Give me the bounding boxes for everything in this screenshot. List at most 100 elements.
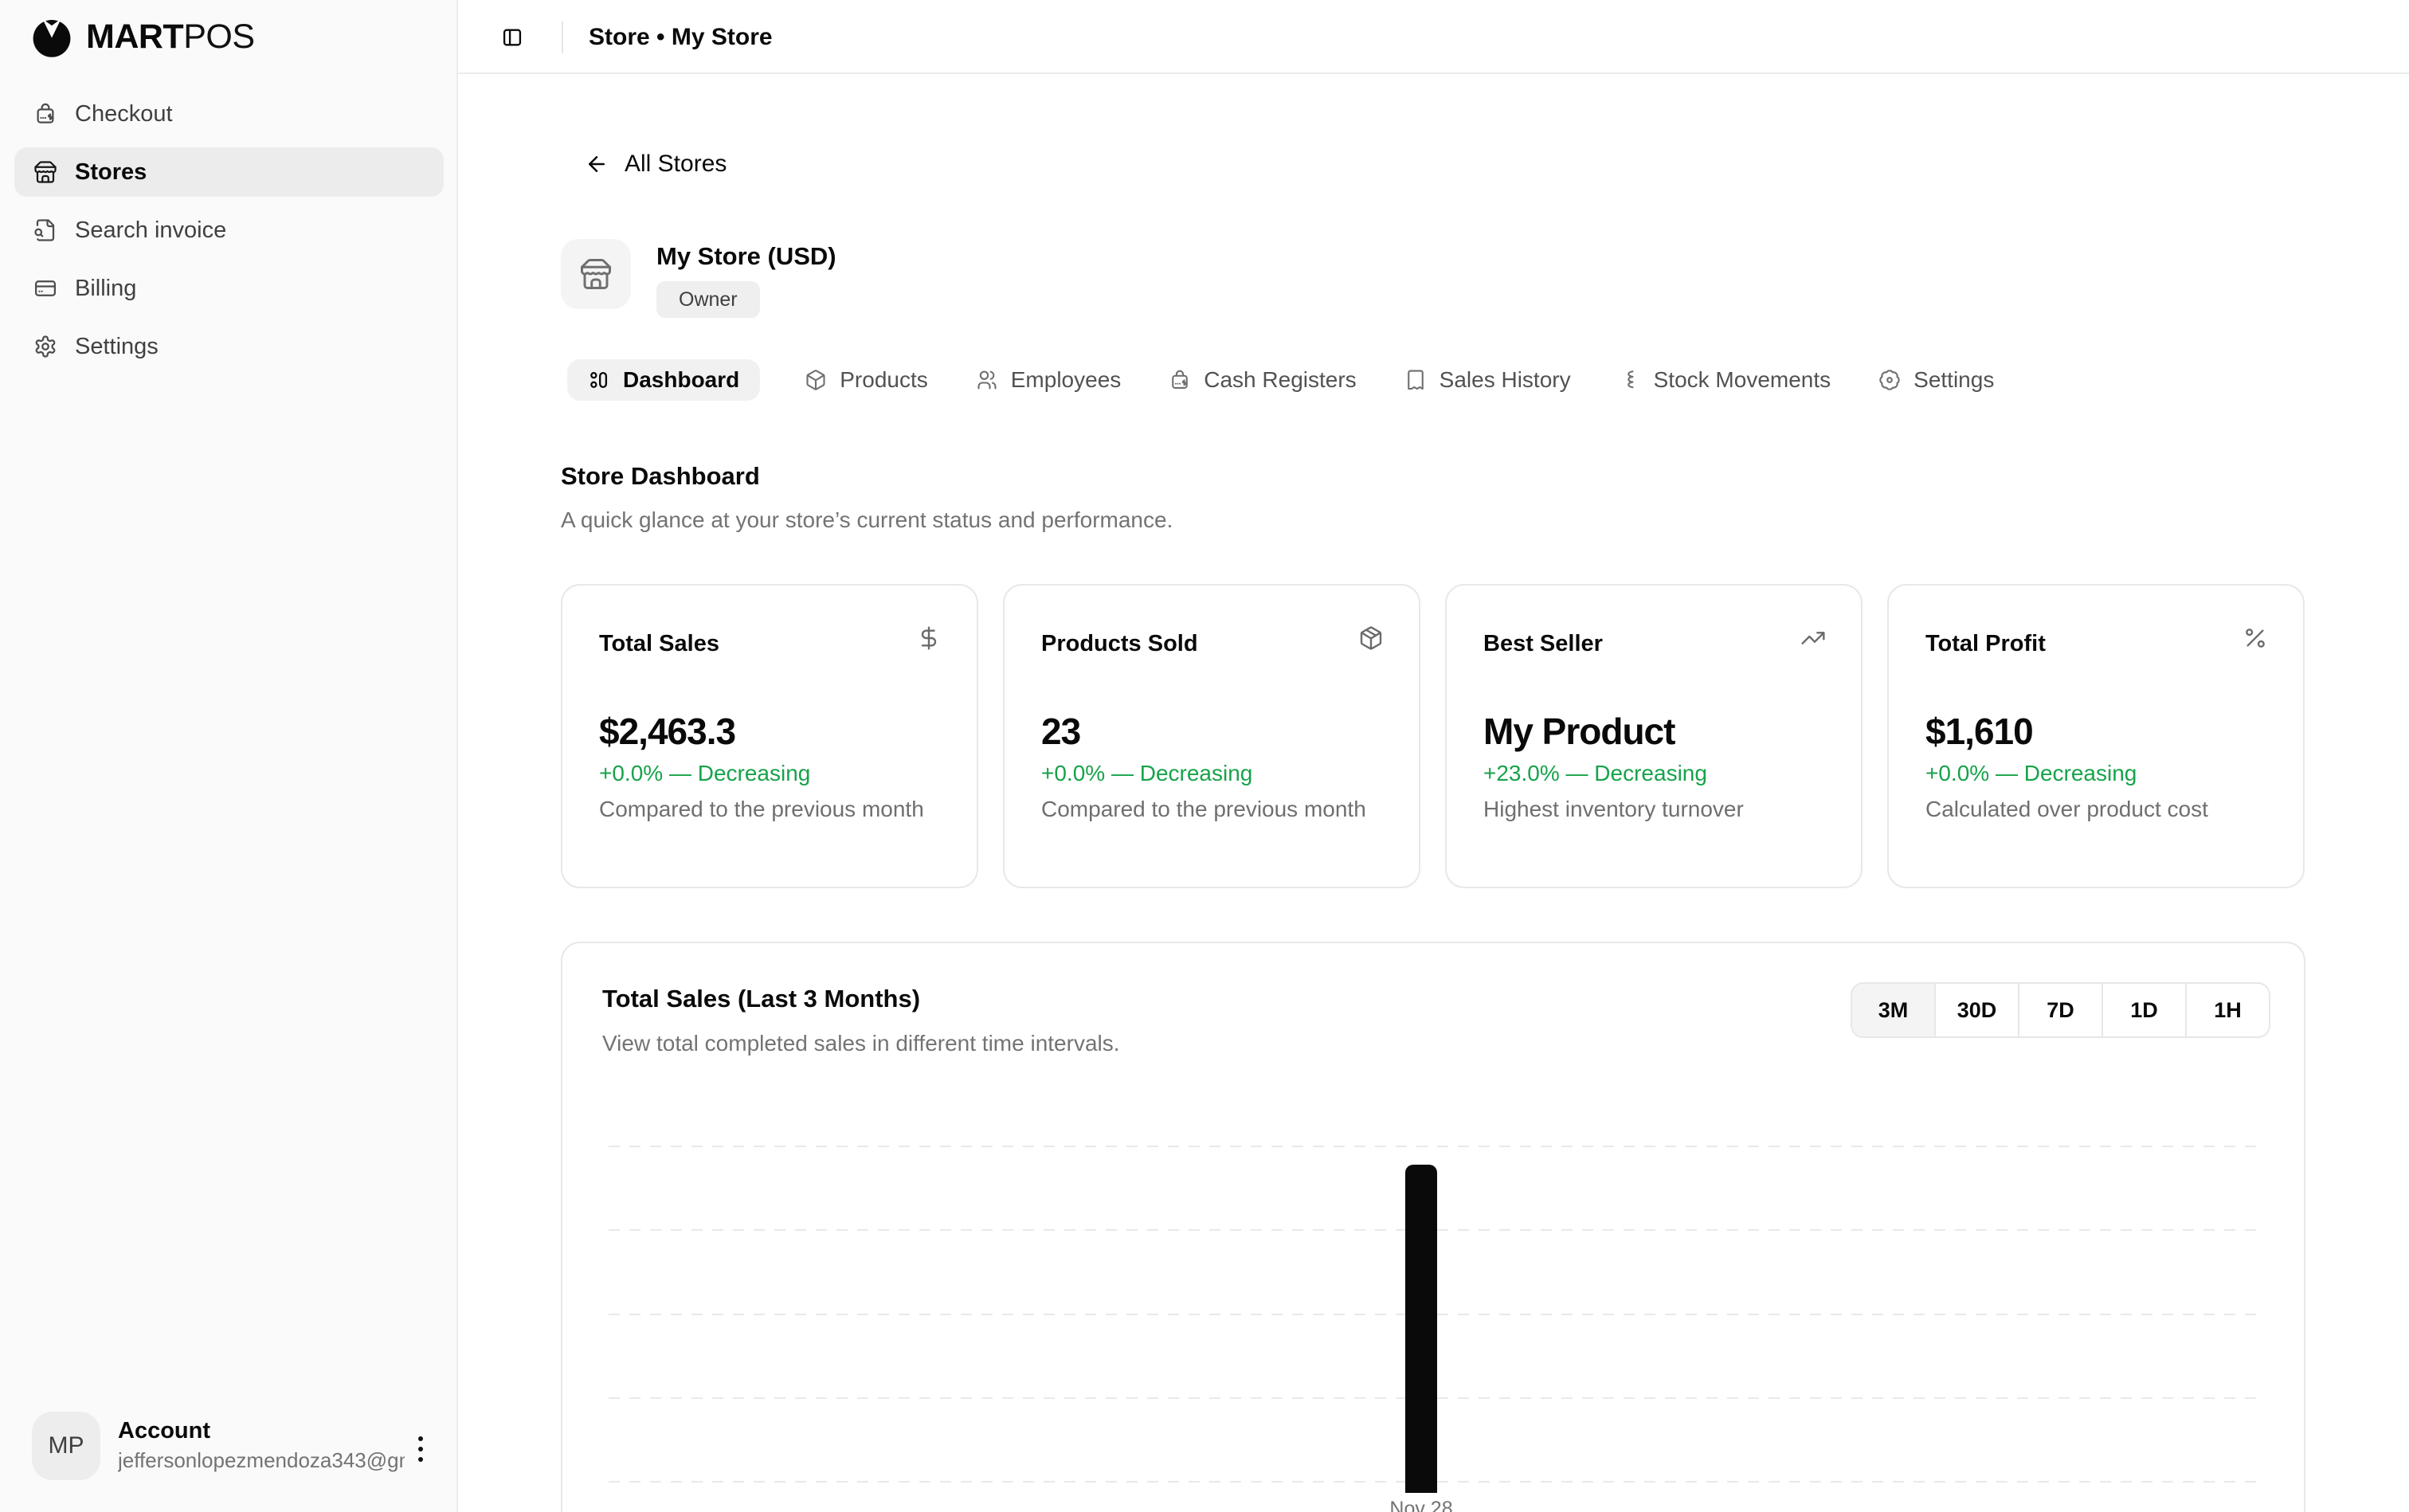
brand-name: MARTPOS: [86, 18, 255, 57]
stat-card-title: Total Sales: [599, 631, 719, 657]
sidebar-item-label: Stores: [75, 159, 147, 186]
app-window: MARTPOS Checkout: [0, 0, 2409, 1512]
back-link-label: All Stores: [625, 151, 727, 178]
topbar: Store • My Store: [458, 0, 2409, 74]
stat-card-best-seller: Best Seller My Product +23.0% — Decreasi…: [1445, 584, 1863, 888]
stat-card-value: My Product: [1483, 710, 1675, 753]
bag-dollar-icon: [33, 102, 57, 126]
interval-button-1h[interactable]: 1H: [2187, 984, 2269, 1036]
sidebar-item-label: Billing: [75, 276, 136, 302]
brand-name-bold: MART: [86, 18, 183, 57]
sidebar: MARTPOS Checkout: [0, 0, 458, 1512]
bar-nov-28: [1405, 1165, 1437, 1493]
stat-card-description: Highest inventory turnover: [1483, 793, 1826, 825]
account-menu-kebab-icon[interactable]: [405, 1425, 437, 1473]
sidebar-item-billing[interactable]: Billing: [14, 264, 444, 313]
tab-settings[interactable]: Settings: [1875, 359, 1997, 401]
sidebar-item-label: Settings: [75, 334, 159, 360]
stat-card-trend: +23.0% — Decreasing: [1483, 761, 1707, 786]
tab-stock-movements[interactable]: Stock Movements: [1616, 359, 1835, 401]
brand-name-light: POS: [183, 18, 254, 57]
chart-title: Total Sales (Last 3 Months): [602, 985, 920, 1013]
tab-products[interactable]: Products: [801, 359, 931, 401]
breadcrumb: Store • My Store: [589, 0, 773, 74]
tab-label: Sales History: [1440, 367, 1571, 393]
avatar-initials: MP: [49, 1432, 84, 1459]
stat-card-description: Compared to the previous month: [599, 793, 942, 825]
gridline: [609, 1146, 2256, 1147]
account-section[interactable]: MP Account jeffersonlopezmendoza343@gm…: [0, 1400, 458, 1512]
file-search-icon: [33, 218, 57, 242]
credit-card-icon: [33, 276, 57, 300]
interval-button-30d[interactable]: 30D: [1936, 984, 2019, 1036]
squiggle-icon: [1619, 369, 1641, 391]
stat-card-description: Compared to the previous month: [1041, 793, 1384, 825]
stat-card-trend: +0.0% — Decreasing: [599, 761, 810, 786]
interval-button-7d[interactable]: 7D: [2019, 984, 2103, 1036]
interval-button-3m[interactable]: 3M: [1852, 984, 1936, 1036]
tab-sales-history[interactable]: Sales History: [1401, 359, 1574, 401]
topbar-divider: [562, 22, 563, 53]
store-avatar: [561, 239, 631, 309]
receipt-icon: [1404, 369, 1427, 391]
stat-card-trend: +0.0% — Decreasing: [1925, 761, 2137, 786]
main-content: All Stores My Store (USD) Owner Dashboar…: [458, 74, 2409, 1512]
stat-card-value: $2,463.3: [599, 710, 735, 753]
stat-card-title: Products Sold: [1041, 631, 1198, 657]
tab-label: Stock Movements: [1654, 367, 1831, 393]
store-title: My Store (USD): [656, 242, 836, 271]
sidebar-nav: Checkout Stores Searc: [14, 89, 444, 380]
dollar-icon: [916, 625, 942, 651]
stat-card-products-sold: Products Sold 23 +0.0% — Decreasing Comp…: [1003, 584, 1420, 888]
stat-cards-row: Total Sales $2,463.3 +0.0% — Decreasing …: [561, 584, 2305, 888]
sidebar-item-settings[interactable]: Settings: [14, 322, 444, 371]
package-icon: [1358, 625, 1384, 651]
sidebar-item-label: Search invoice: [75, 217, 226, 244]
interval-segmented-control: 3M 30D 7D 1D 1H: [1851, 982, 2270, 1038]
role-badge: Owner: [656, 281, 760, 318]
stat-card-value: 23: [1041, 710, 1080, 753]
gear-icon: [33, 335, 57, 358]
tab-label: Cash Registers: [1204, 367, 1356, 393]
interval-button-1d[interactable]: 1D: [2103, 984, 2187, 1036]
tab-label: Dashboard: [623, 367, 739, 393]
tab-cash-registers[interactable]: Cash Registers: [1165, 359, 1359, 401]
x-axis-tick-label: Nov 28: [1369, 1498, 1473, 1512]
bag-dollar-icon: [1169, 369, 1191, 391]
store-icon: [33, 160, 57, 184]
tab-employees[interactable]: Employees: [973, 359, 1125, 401]
tab-label: Settings: [1913, 367, 1994, 393]
stat-card-total-sales: Total Sales $2,463.3 +0.0% — Decreasing …: [561, 584, 978, 888]
stat-card-description: Calculated over product cost: [1925, 793, 2268, 825]
percent-icon: [2243, 625, 2268, 651]
package-icon: [805, 369, 827, 391]
martpos-logo-icon: [30, 16, 73, 59]
stat-card-total-profit: Total Profit $1,610 +0.0% — Decreasing C…: [1887, 584, 2305, 888]
stat-card-trend: +0.0% — Decreasing: [1041, 761, 1252, 786]
tab-dashboard[interactable]: Dashboard: [567, 359, 760, 401]
badge-icon: [1878, 369, 1901, 391]
trending-up-icon: [1800, 625, 1826, 651]
chart-subtitle: View total completed sales in different …: [602, 1031, 1120, 1056]
sidebar-item-label: Checkout: [75, 101, 173, 127]
brand-logo: MARTPOS: [0, 0, 456, 74]
avatar: MP: [32, 1412, 100, 1480]
stat-card-title: Best Seller: [1483, 631, 1603, 657]
arrow-left-icon: [585, 152, 609, 176]
back-all-stores-link[interactable]: All Stores: [585, 151, 727, 178]
sales-chart-card: Total Sales (Last 3 Months) View total c…: [561, 942, 2305, 1512]
sidebar-toggle-icon[interactable]: [498, 23, 527, 52]
dashboard-icon: [588, 369, 610, 391]
users-icon: [976, 369, 998, 391]
stat-card-value: $1,610: [1925, 710, 2033, 753]
sidebar-item-checkout[interactable]: Checkout: [14, 89, 444, 139]
store-icon: [579, 257, 613, 291]
sidebar-item-search-invoice[interactable]: Search invoice: [14, 206, 444, 255]
stat-card-title: Total Profit: [1925, 631, 2046, 657]
account-email: jeffersonlopezmendoza343@gm…: [118, 1448, 405, 1473]
sidebar-item-stores[interactable]: Stores: [14, 147, 444, 197]
tab-label: Products: [840, 367, 928, 393]
account-title: Account: [118, 1418, 210, 1444]
tab-label: Employees: [1011, 367, 1122, 393]
store-tabs: Dashboard Products Employees: [567, 359, 1997, 401]
